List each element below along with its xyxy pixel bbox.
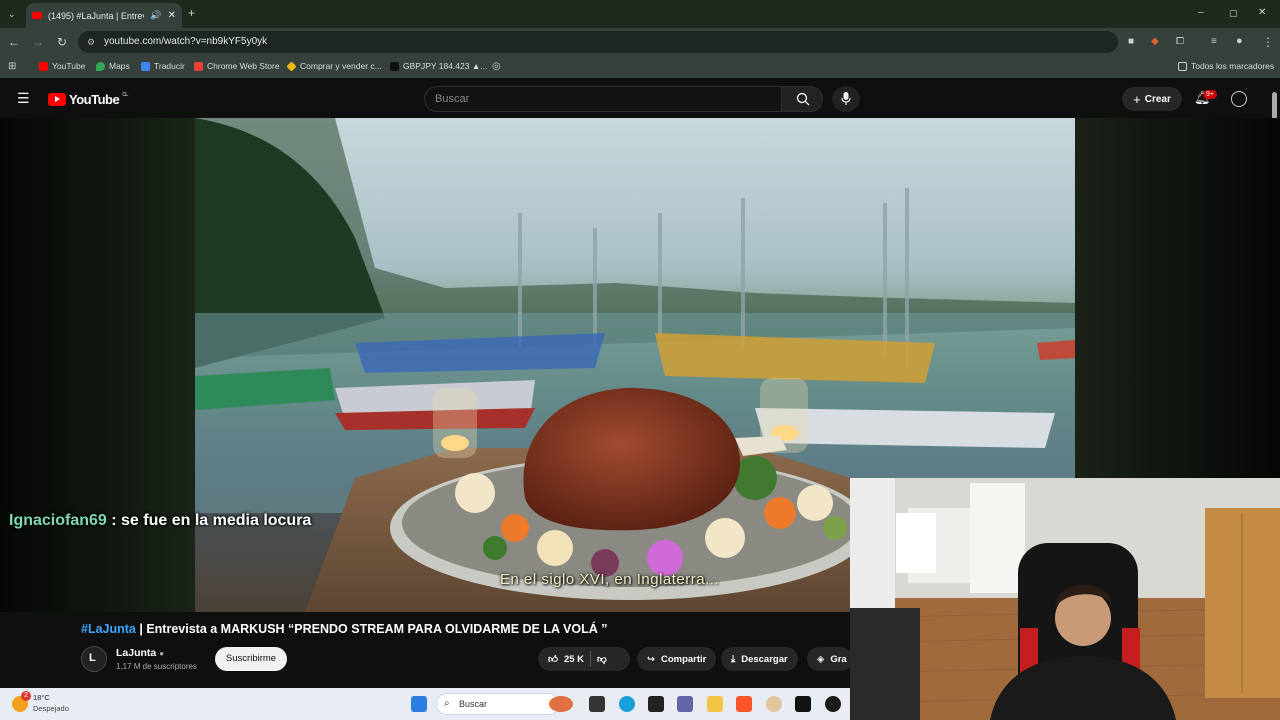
binance-app-icon[interactable] [648,696,664,712]
web-store-icon [194,61,203,71]
tab-active[interactable]: (1495) #LaJunta | Entrevista 🔊 ✕ [26,3,182,28]
like-dislike-group: 👍︎ 25 K 👎︎ [538,647,630,671]
channel-name[interactable]: LaJunta ● [116,647,164,659]
microphone-icon [841,92,851,105]
voice-search-button[interactable] [832,86,860,112]
address-bar[interactable]: ⚙ youtube.com/watch?v=nb9kYF5y0yk [78,31,1118,53]
chrome-taskbar-icon[interactable] [825,696,841,712]
thumbs-down-icon: 👎︎ [597,654,607,665]
search-button[interactable] [781,86,823,112]
tab-search-icon[interactable]: ⌄ [8,8,16,20]
weather-temp: 18°C [33,693,50,702]
bookmark-maps[interactable]: Maps [96,61,130,71]
edge-icon[interactable] [619,696,635,712]
folder-icon [1178,61,1187,71]
region-code: CL [122,92,128,98]
weather-desc: Despejado [33,704,69,713]
teams-icon[interactable] [677,696,693,712]
youtube-icon [39,61,48,71]
channel-avatar[interactable]: L [81,646,107,672]
bookmark-gbpjpy[interactable]: GBPJPY 184.423 ▲... [390,61,487,71]
like-button[interactable]: 👍︎ 25 K [548,653,584,666]
video-ambient-right [1075,118,1280,478]
thanks-icon: ◈ [817,653,825,665]
brave-icon[interactable] [736,696,752,712]
search-input[interactable]: Buscar [424,86,782,112]
chat-text: : se fue en la media locura [106,512,312,529]
profile-icon[interactable]: ● [1236,35,1243,47]
speaker-icon[interactable]: 🔊 [150,10,161,21]
tab-title: (1495) #LaJunta | Entrevista [48,10,144,21]
forward-icon[interactable]: → [32,36,44,48]
dislike-button[interactable]: 👎︎ [597,653,607,665]
weather-badge: 2 [21,691,31,701]
bookmark-youtube[interactable]: YouTube [39,61,85,71]
all-bookmarks[interactable]: Todos los marcadores [1178,61,1274,71]
globe-icon[interactable]: ◎ [492,61,501,73]
chat-username: Ignaciofan69 [9,512,107,529]
video-ambient-left [0,118,195,612]
maps-icon [96,61,105,71]
taskbar-search-icon: ⌕ [444,698,450,709]
reload-icon[interactable]: ↻ [57,36,67,48]
subscriber-count: 1,17 M de suscriptores [116,662,197,671]
app-icon[interactable] [766,696,782,712]
download-button[interactable]: ⤓ Descargar [721,647,798,671]
channel-logo-icon: L [89,652,96,664]
video-title: #LaJunta | Entrevista a MARKUSH “PRENDO … [81,622,608,636]
share-icon: ↪ [647,653,655,665]
close-window-icon[interactable]: ✕ [1258,7,1266,19]
download-icon: ⤓ [731,653,736,665]
share-button[interactable]: ↪ Compartir [637,647,717,671]
create-button[interactable]: + Crear [1122,87,1182,111]
notification-badge: 9+ [1203,90,1217,99]
tradingview-icon [390,61,399,71]
extension-fox-icon[interactable]: ◆ [1151,36,1159,48]
thumbs-up-icon: 👍︎ [548,654,558,665]
bookmark-binance[interactable]: Comprar y vender c... [286,60,382,72]
plus-icon: + [1133,91,1141,107]
chat-overlay-message: Ignaciofan69 : se fue en la media locura [9,512,311,530]
video-subtitle: En el siglo XVI, en Inglaterra... [500,571,720,588]
binance-icon [286,60,297,72]
youtube-logo[interactable]: YouTube CL [48,92,128,107]
hamburger-menu-icon[interactable]: ☰ [17,91,30,105]
menu-icon[interactable]: ⋮ [1262,36,1274,48]
file-explorer-icon[interactable] [707,696,723,712]
webcam-frame [850,478,1280,720]
site-info-icon[interactable]: ⚙ [87,31,95,53]
taskbar-search[interactable]: ⌕ Buscar [436,693,560,715]
tradingview-app-icon[interactable] [795,696,811,712]
youtube-play-icon [48,93,66,106]
clip-button[interactable]: ◈ Gra [807,647,853,671]
extension-icon[interactable]: ■ [1128,36,1134,48]
account-avatar-icon[interactable] [1231,91,1247,107]
webcam-overlay [850,478,1280,720]
minimize-icon[interactable]: – [1198,7,1204,19]
url-text: youtube.com/watch?v=nb9kYF5y0yk [104,36,268,47]
task-view-icon[interactable] [589,696,605,712]
maximize-icon[interactable]: ▢ [1229,7,1238,19]
subscribe-button[interactable]: Suscribirme [215,647,287,671]
verified-icon: ● [159,649,165,658]
reading-list-icon[interactable]: ≡ [1211,36,1217,48]
divider [590,651,592,667]
hashtag-link[interactable]: #LaJunta [81,622,136,636]
youtube-favicon-icon [32,12,42,19]
windows-start-icon[interactable] [411,696,427,712]
bookmark-chrome-web-store[interactable]: Chrome Web Store [194,61,280,71]
search-highlight-icon [549,696,573,712]
bookmark-translate[interactable]: Traducir [141,61,185,71]
extensions-puzzle-icon[interactable]: ⧠ [1176,36,1184,48]
new-tab-icon[interactable]: + [188,7,195,19]
search-icon [796,92,810,106]
close-tab-icon[interactable]: ✕ [168,10,176,21]
translate-icon [141,61,150,71]
bookmarks-bar: ⊞ YouTube Maps Traducir Chrome Web Store… [0,56,1280,78]
back-icon[interactable]: ← [8,36,20,48]
apps-grid-icon[interactable]: ⊞ [8,61,16,73]
tab-strip: ⌄ (1495) #LaJunta | Entrevista 🔊 ✕ + – ▢… [0,0,1280,28]
